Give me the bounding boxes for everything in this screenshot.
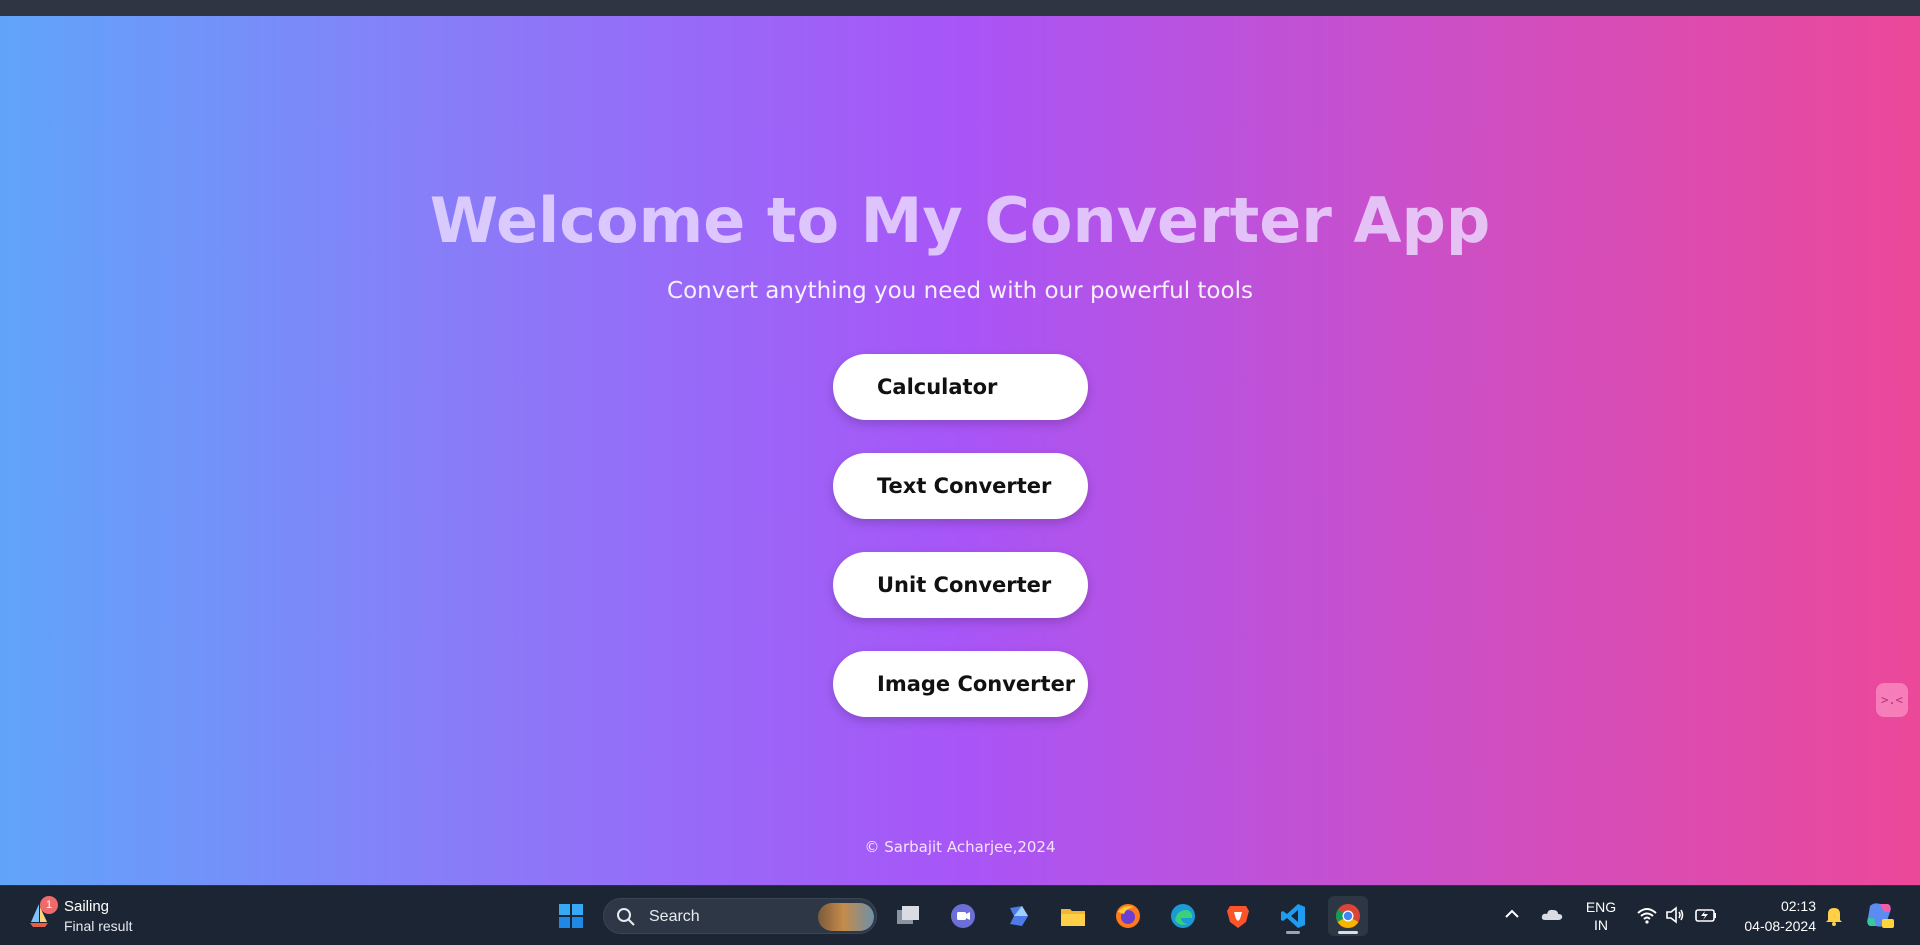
taskbar-search[interactable]: Search bbox=[603, 898, 877, 934]
page-title: Welcome to My Converter App bbox=[429, 184, 1491, 257]
notification-badge: 1 bbox=[40, 896, 58, 914]
task-view-icon bbox=[897, 906, 919, 924]
language-code: ENG bbox=[1585, 899, 1617, 915]
chrome-icon bbox=[1336, 904, 1360, 929]
region-code: IN bbox=[1594, 917, 1608, 933]
browser-top-strip bbox=[0, 0, 1920, 16]
unit-converter-button[interactable]: Unit Converter bbox=[833, 552, 1088, 618]
language-indicator[interactable]: ENG IN bbox=[1582, 898, 1620, 934]
floating-extension-widget[interactable]: >.< bbox=[1876, 683, 1908, 717]
active-indicator bbox=[1338, 931, 1358, 934]
text-converter-button[interactable]: Text Converter bbox=[833, 453, 1088, 519]
taskbar-file-explorer[interactable] bbox=[1053, 896, 1093, 936]
clock-time: 02:13 bbox=[1780, 898, 1816, 914]
taskbar-vscode[interactable] bbox=[1273, 896, 1313, 936]
taskbar-chrome[interactable] bbox=[1328, 896, 1368, 936]
clock-date: 04-08-2024 bbox=[1744, 918, 1816, 934]
taskbar-meet[interactable] bbox=[943, 896, 983, 936]
weather-widget[interactable]: 1 Sailing Final result bbox=[26, 896, 156, 936]
brave-icon bbox=[1227, 906, 1249, 928]
search-label: Search bbox=[649, 908, 700, 925]
taskbar-firefox[interactable] bbox=[1108, 896, 1148, 936]
edge-icon bbox=[1171, 904, 1195, 928]
footer-copyright: © Sarbajit Acharjee,2024 bbox=[864, 838, 1056, 856]
page-subtitle: Convert anything you need with our power… bbox=[667, 278, 1253, 304]
battery-charging-icon[interactable] bbox=[1694, 904, 1718, 926]
image-converter-button[interactable]: Image Converter bbox=[833, 651, 1088, 717]
converter-app-page: Welcome to My Converter App Convert anyt… bbox=[0, 16, 1920, 885]
chevron-up-icon[interactable] bbox=[1502, 904, 1522, 924]
calculator-button[interactable]: Calculator bbox=[833, 354, 1088, 420]
copilot-icon[interactable] bbox=[1864, 900, 1896, 930]
running-indicator bbox=[1286, 931, 1300, 934]
copilot-app-icon bbox=[1010, 906, 1028, 926]
system-clock[interactable]: 02:13 04-08-2024 bbox=[1726, 896, 1816, 936]
meet-video-icon bbox=[951, 904, 975, 928]
file-explorer-icon bbox=[1061, 909, 1085, 926]
taskbar-edge[interactable] bbox=[1163, 896, 1203, 936]
search-icon bbox=[617, 908, 635, 926]
windows-start-icon bbox=[559, 904, 583, 928]
weather-subtitle: Final result bbox=[64, 918, 133, 934]
taskbar-copilot[interactable] bbox=[998, 896, 1038, 936]
wifi-icon[interactable] bbox=[1636, 904, 1658, 926]
start-button[interactable] bbox=[551, 896, 591, 936]
taskbar-brave[interactable] bbox=[1218, 896, 1258, 936]
taskbar-task-view[interactable] bbox=[888, 896, 928, 936]
vscode-icon bbox=[1281, 904, 1305, 928]
search-highlight-image bbox=[818, 903, 874, 931]
firefox-icon bbox=[1116, 904, 1140, 928]
weather-title: Sailing bbox=[64, 898, 110, 915]
notification-bell-icon[interactable] bbox=[1824, 904, 1844, 926]
onedrive-cloud-icon[interactable] bbox=[1540, 904, 1564, 924]
windows-taskbar: 1 Sailing Final result Search ENG IN 02:… bbox=[0, 885, 1920, 945]
volume-icon[interactable] bbox=[1664, 904, 1686, 926]
